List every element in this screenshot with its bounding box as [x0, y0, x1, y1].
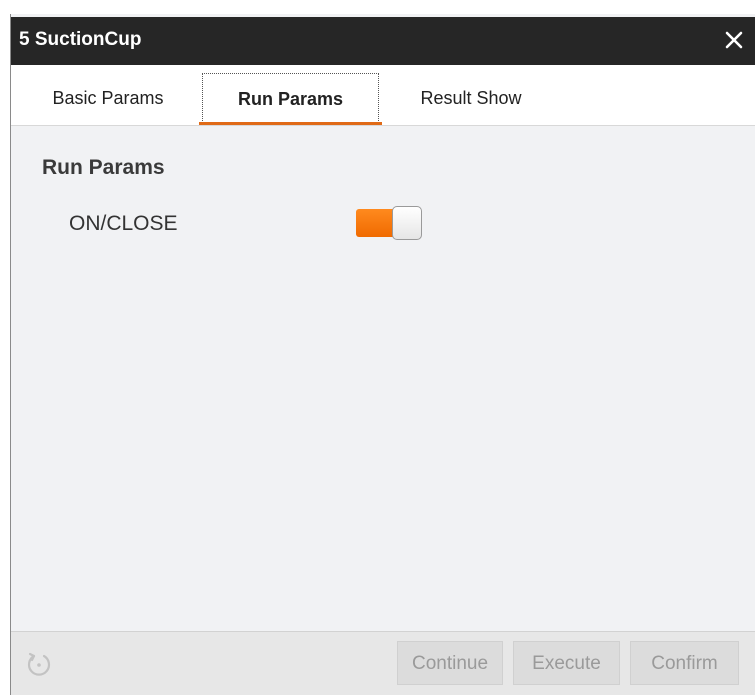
confirm-button[interactable]: Confirm — [630, 641, 739, 685]
on-close-label: ON/CLOSE — [69, 212, 178, 235]
close-icon — [725, 31, 743, 49]
footer-bar: Continue Execute Confirm — [11, 631, 755, 695]
window-title: 5 SuctionCup — [19, 29, 142, 50]
close-button[interactable] — [719, 25, 749, 55]
execute-button[interactable]: Execute — [513, 641, 620, 685]
continue-button[interactable]: Continue — [397, 641, 503, 685]
refresh-icon-graphic — [27, 652, 51, 676]
dialog-window: 5 SuctionCup Basic Params Run Params Res… — [10, 14, 755, 695]
tab-result-show[interactable]: Result Show — [395, 73, 547, 123]
on-close-toggle[interactable] — [356, 206, 422, 240]
tab-run-params[interactable]: Run Params — [199, 73, 382, 125]
title-bar: 5 SuctionCup — [11, 17, 755, 65]
tab-basic-params[interactable]: Basic Params — [35, 73, 181, 123]
toggle-knob[interactable] — [392, 206, 422, 240]
section-title: Run Params — [42, 156, 165, 179]
refresh-icon[interactable] — [25, 650, 53, 678]
tab-bar: Basic Params Run Params Result Show — [11, 65, 755, 126]
